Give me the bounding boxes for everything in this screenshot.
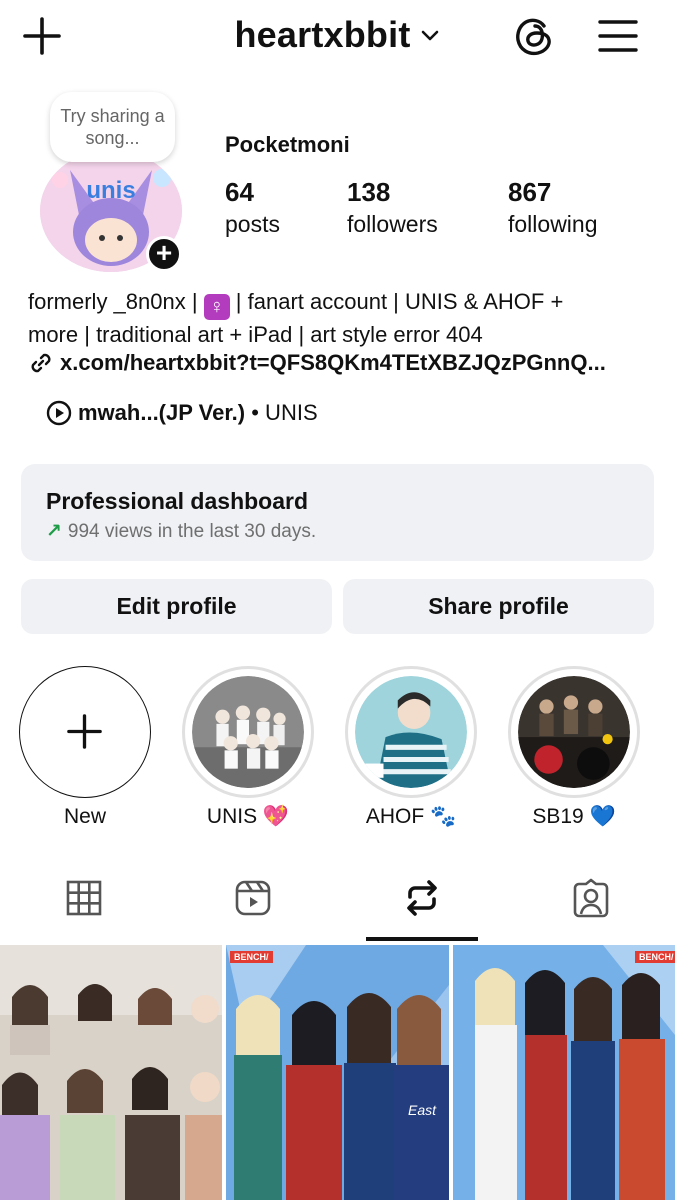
account-switcher[interactable]: heartxbbit [0,14,675,56]
highlight-label: UNIS 💖 [206,805,290,828]
highlight-ahof[interactable]: AHOF 🐾 [345,666,477,830]
bio-text-part-2: | fanart account | UNIS & AHOF + [229,289,564,314]
bio-text-part-1: formerly _8n0nx | [28,289,204,314]
dashboard-title: Professional dashboard [46,488,309,514]
following-count: 867 [508,177,552,207]
username: heartxbbit [234,14,411,55]
menu-icon[interactable] [596,16,640,56]
highlight-cover [182,666,314,798]
grid-post[interactable]: East BENCH/ [226,945,449,1200]
followers-stat[interactable]: 138 followers [347,176,438,240]
svg-text:unis: unis [86,177,135,204]
dashboard-views-text: 994 views in the last 30 days. [67,521,317,542]
following-label: following [508,211,598,237]
grid-post[interactable]: BENCH/ [453,945,675,1200]
display-name: Pocketmoni [225,132,350,157]
top-bar: heartxbbit [0,0,675,80]
repost-icon [407,880,437,916]
highlight-new[interactable]: New [19,666,151,830]
share-profile-button[interactable]: Share profile [343,579,654,634]
tab-tagged[interactable] [507,860,675,942]
music-artist: • UNIS [245,400,318,425]
bio: formerly _8n0nx | ♀ | fanart account | U… [28,287,653,349]
following-stat[interactable]: 867 following [508,176,598,240]
play-icon [46,400,72,426]
new-highlight-circle [19,666,151,798]
grid-post[interactable] [0,945,222,1200]
highlight-label: AHOF 🐾 [365,805,457,828]
tagged-person-icon [573,878,609,918]
active-tab-indicator [366,937,478,941]
threads-icon[interactable] [511,14,557,60]
highlight-label: New [63,805,106,828]
grid-icon [66,880,102,916]
profile-music[interactable]: mwah...(JP Ver.) • UNIS [46,398,318,428]
profile-tabs [0,860,675,942]
tab-reels[interactable] [169,860,337,942]
dashboard-subtitle: ↗ 994 views in the last 30 days. [46,520,316,543]
highlight-sb19[interactable]: SB19 💙 [508,666,640,830]
tab-posts-grid[interactable] [0,860,168,942]
bench-logo: BENCH/ [230,951,273,963]
highlight-cover [345,666,477,798]
reels-icon [235,880,271,916]
highlight-label: SB19 💙 [532,805,616,828]
female-sign-icon: ♀ [203,294,230,320]
bio-text-line-2: more | traditional art + iPad | art styl… [28,322,483,347]
followers-count: 138 [347,177,391,207]
tab-reposts[interactable] [338,860,506,942]
chevron-down-icon [419,24,441,46]
bio-link[interactable]: x.com/heartxbbit?t=QFS8QKm4TEtXBZJQzPGnn… [28,348,658,378]
music-song-title: mwah...(JP Ver.) [78,400,246,425]
posts-stat[interactable]: 64 posts [225,176,280,240]
professional-dashboard[interactable]: Professional dashboard ↗ 994 views in the… [21,464,654,561]
trend-up-icon: ↗ [46,521,62,542]
highlight-unis[interactable]: UNIS 💖 [182,666,314,830]
edit-profile-button[interactable]: Edit profile [21,579,332,634]
note-bubble[interactable]: Try sharing a song... [50,92,175,162]
svg-text:East: East [408,1102,437,1118]
followers-label: followers [347,211,438,237]
add-story-icon[interactable]: + [146,236,182,272]
highlight-cover [508,666,640,798]
posts-count: 64 [225,177,254,207]
bio-link-text: x.com/heartxbbit?t=QFS8QKm4TEtXBZJQzPGnn… [60,350,606,375]
link-icon [28,350,54,376]
plus-icon [67,714,102,749]
posts-label: posts [225,211,280,237]
bench-logo: BENCH/ [635,951,675,963]
